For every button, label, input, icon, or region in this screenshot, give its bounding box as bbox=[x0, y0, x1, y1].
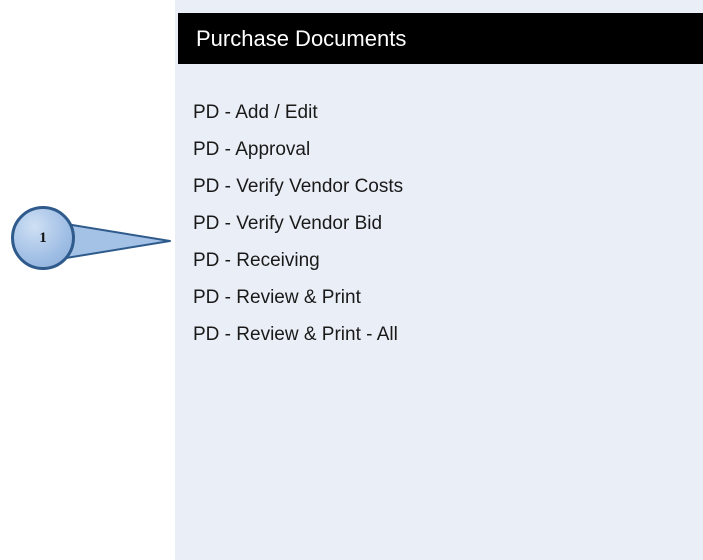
purchase-documents-menu: PD - Add / Edit PD - Approval PD - Verif… bbox=[193, 94, 403, 353]
screenshot-stage: Purchase Documents PD - Add / Edit PD - … bbox=[0, 0, 703, 560]
menu-item-pd-add-edit[interactable]: PD - Add / Edit bbox=[193, 94, 403, 131]
callout-number: 1 bbox=[39, 230, 47, 246]
menu-item-pd-review-print-all[interactable]: PD - Review & Print - All bbox=[193, 316, 403, 353]
panel-title: Purchase Documents bbox=[178, 13, 703, 64]
menu-item-pd-verify-vendor-costs[interactable]: PD - Verify Vendor Costs bbox=[193, 168, 403, 205]
menu-item-pd-verify-vendor-bid[interactable]: PD - Verify Vendor Bid bbox=[193, 205, 403, 242]
callout-badge: 1 bbox=[11, 206, 75, 270]
menu-item-pd-approval[interactable]: PD - Approval bbox=[193, 131, 403, 168]
menu-item-pd-review-print[interactable]: PD - Review & Print bbox=[193, 279, 403, 316]
menu-item-pd-receiving[interactable]: PD - Receiving bbox=[193, 242, 403, 279]
